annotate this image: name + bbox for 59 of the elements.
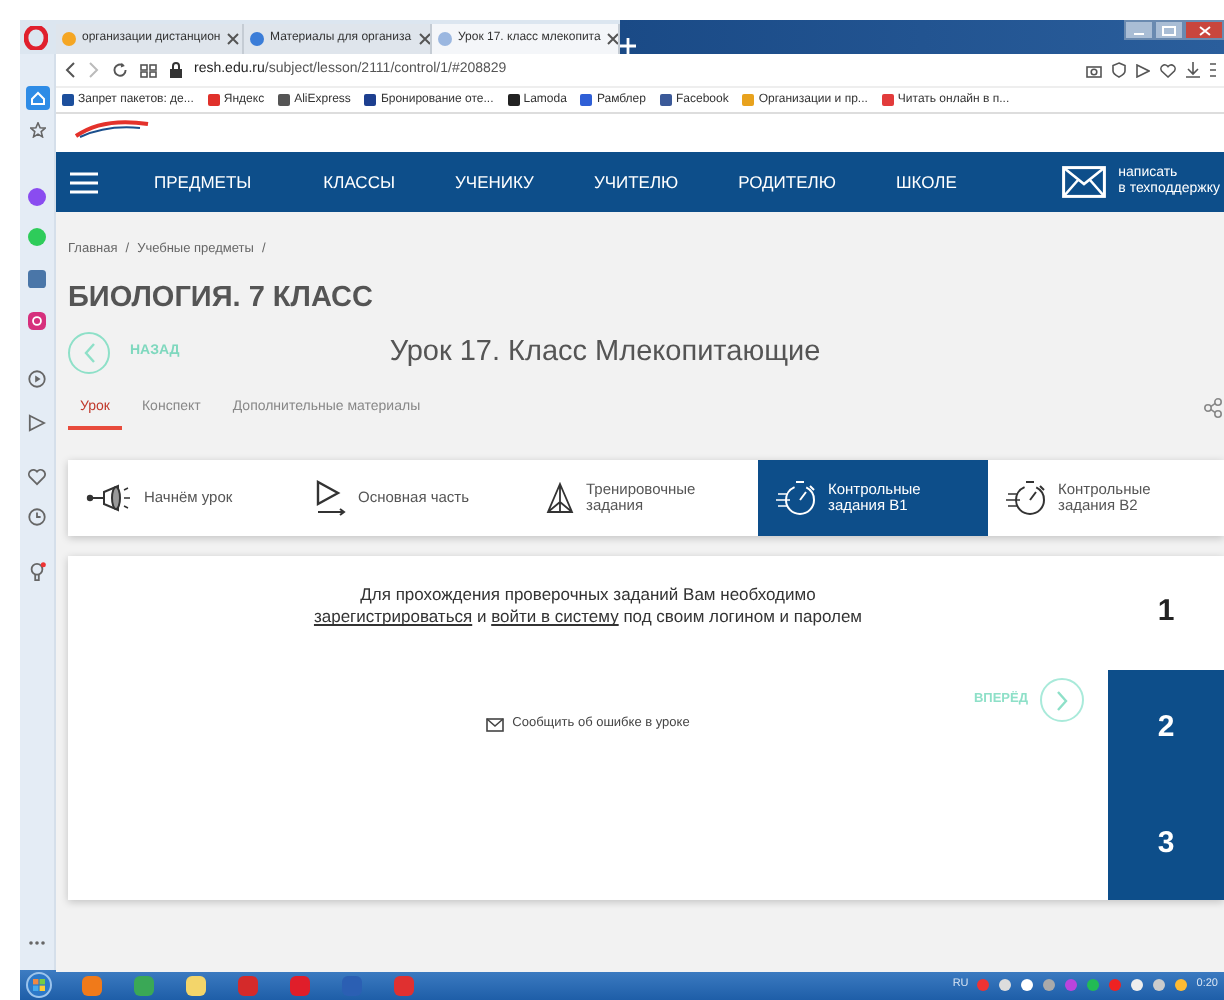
nav-link[interactable]: КЛАССЫ bbox=[323, 169, 395, 195]
home-icon[interactable] bbox=[25, 86, 49, 110]
messenger-icon[interactable] bbox=[28, 188, 46, 206]
stopwatch-icon bbox=[776, 479, 816, 515]
shield-icon[interactable] bbox=[1112, 62, 1126, 78]
download-icon[interactable] bbox=[1186, 62, 1200, 78]
menu-icon[interactable] bbox=[1210, 62, 1216, 78]
vk-icon[interactable] bbox=[28, 270, 46, 288]
plus-icon[interactable] bbox=[620, 38, 636, 54]
heart-icon[interactable] bbox=[1160, 63, 1176, 77]
maximize-button[interactable] bbox=[1154, 20, 1184, 40]
clock-icon[interactable] bbox=[28, 508, 46, 526]
camera-icon[interactable] bbox=[1086, 63, 1102, 77]
close-icon[interactable] bbox=[606, 32, 618, 46]
grid-icon[interactable] bbox=[140, 63, 158, 77]
maximize-icon bbox=[1162, 25, 1176, 35]
more-icon[interactable] bbox=[28, 940, 46, 946]
lock-icon bbox=[170, 62, 182, 78]
heart-icon[interactable] bbox=[28, 468, 46, 486]
taskbar-app-icon[interactable] bbox=[80, 973, 104, 997]
reload-icon[interactable] bbox=[112, 62, 128, 78]
notice-text: Для прохождения проверочных заданий Вам необходимо зарегистрироваться и войти в систему под своим логином и паролем bbox=[313, 583, 863, 631]
back-icon[interactable] bbox=[64, 62, 76, 78]
minimize-button[interactable] bbox=[1124, 20, 1154, 40]
send-icon[interactable] bbox=[1136, 63, 1150, 77]
bulb-icon[interactable] bbox=[28, 562, 46, 582]
nav-link[interactable]: ШКОЛЕ bbox=[895, 169, 957, 195]
lesson-title: Урок 17. Класс Млекопитающие bbox=[389, 333, 821, 372]
instagram-icon[interactable] bbox=[28, 312, 46, 330]
close-icon[interactable] bbox=[226, 32, 241, 46]
share-icon[interactable] bbox=[1204, 397, 1222, 417]
close-icon[interactable] bbox=[417, 32, 430, 46]
nav-link[interactable]: УЧЕНИКУ bbox=[455, 169, 534, 195]
site-logo-icon[interactable] bbox=[72, 118, 152, 138]
taskbar-app-icon[interactable] bbox=[184, 973, 208, 997]
stopwatch-icon bbox=[1006, 479, 1046, 515]
nav-link[interactable]: УЧИТЕЛЮ bbox=[593, 169, 679, 195]
pyramid-icon bbox=[546, 481, 574, 513]
notice-link[interactable]: войти в систему bbox=[491, 606, 619, 627]
task-number-tab[interactable]: 2 bbox=[1108, 669, 1224, 789]
megaphone-icon bbox=[86, 483, 132, 511]
task-number-tab[interactable]: 1 bbox=[1108, 555, 1224, 669]
browser-logo-icon[interactable] bbox=[24, 26, 48, 50]
task-number-tab[interactable]: 3 bbox=[1108, 789, 1224, 899]
play-icon bbox=[316, 479, 346, 515]
notice-link[interactable]: зарегистрироваться bbox=[313, 606, 473, 627]
send-icon[interactable] bbox=[28, 414, 46, 432]
close-icon bbox=[1197, 25, 1211, 35]
nav-link[interactable]: РОДИТЕЛЮ bbox=[738, 169, 836, 195]
mail-icon bbox=[1062, 166, 1107, 198]
subject-title: БИОЛОГИЯ. 7 КЛАСС bbox=[68, 279, 376, 318]
star-icon[interactable] bbox=[29, 122, 45, 138]
close-button[interactable] bbox=[1184, 20, 1224, 40]
play-icon[interactable] bbox=[28, 370, 46, 388]
nav-link[interactable]: ПРЕДМЕТЫ bbox=[154, 169, 252, 195]
chevron-left-icon bbox=[83, 342, 95, 364]
start-button-icon[interactable] bbox=[26, 972, 52, 998]
chevron-right-icon bbox=[1056, 689, 1068, 712]
mail-icon bbox=[486, 717, 505, 732]
